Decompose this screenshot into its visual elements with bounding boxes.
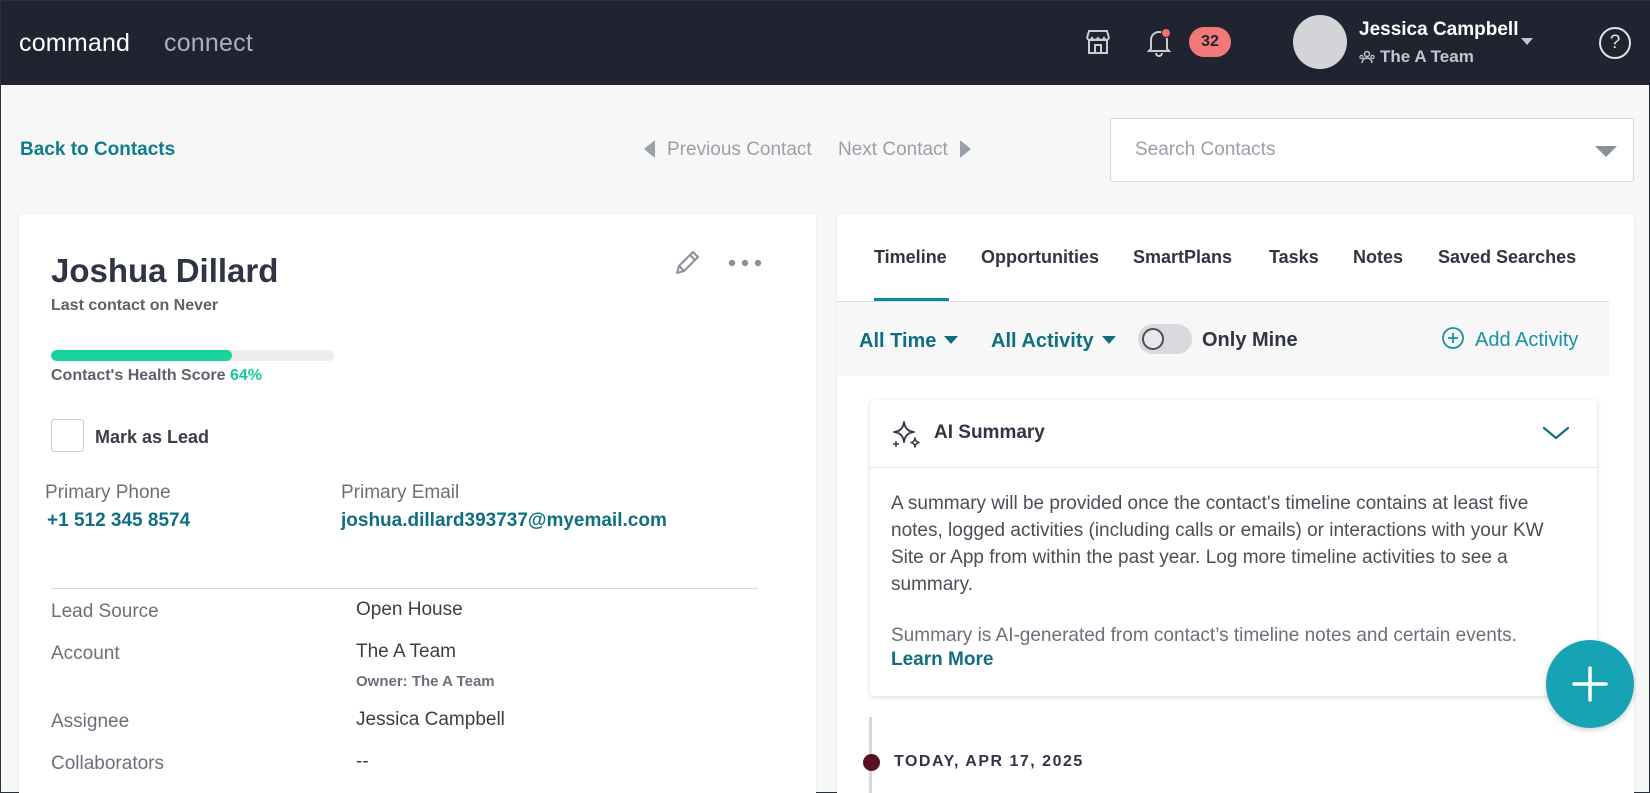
primary-phone-link[interactable]: +1 512 345 8574: [47, 510, 190, 532]
pencil-icon[interactable]: [671, 247, 703, 279]
connect-nav-link[interactable]: connect: [164, 29, 253, 58]
activity-filter-dropdown[interactable]: All Activity: [991, 330, 1116, 353]
active-tab-indicator: [874, 298, 949, 301]
tab-opportunities[interactable]: Opportunities: [981, 247, 1099, 268]
health-score-bar: [51, 350, 334, 361]
only-mine-toggle[interactable]: [1138, 324, 1192, 354]
ai-summary-header[interactable]: AI Summary: [870, 400, 1597, 468]
tab-smartplans[interactable]: SmartPlans: [1133, 247, 1232, 268]
ai-summary-body: A summary will be provided once the cont…: [891, 493, 1544, 595]
more-options-icon[interactable]: [727, 258, 763, 268]
health-score-value: 64%: [229, 367, 262, 384]
plus-icon: [1572, 666, 1608, 702]
next-contact-button[interactable]: Next Contact: [838, 139, 971, 161]
caret-right-icon: [959, 140, 971, 158]
last-contact-text: Last contact on Never: [51, 297, 219, 314]
store-icon[interactable]: [1081, 25, 1115, 59]
user-team: The A Team: [1380, 47, 1474, 66]
caret-down-icon: [944, 336, 959, 344]
ai-summary-panel: AI Summary A summary will be provided on…: [870, 400, 1597, 696]
primary-email-label: Primary Email: [341, 482, 460, 503]
collaborators-value: --: [356, 751, 369, 772]
only-mine-label: Only Mine: [1202, 329, 1298, 351]
mark-as-lead-checkbox[interactable]: [51, 419, 84, 452]
time-filter-dropdown[interactable]: All Time: [859, 330, 959, 353]
previous-contact-button[interactable]: Previous Contact: [644, 139, 812, 161]
health-score-label: Contact's Health Score 64%: [51, 367, 262, 385]
chevron-down-icon[interactable]: [1521, 38, 1533, 45]
tab-tasks[interactable]: Tasks: [1269, 247, 1319, 268]
plus-circle-icon[interactable]: [1441, 326, 1465, 350]
unread-dot: [1161, 28, 1171, 38]
caret-down-icon: [1101, 336, 1116, 344]
timeline-filter-bar: All Time All Activity Only Mine Add Acti…: [837, 302, 1609, 376]
tab-saved-searches[interactable]: Saved Searches: [1438, 247, 1576, 268]
health-score-fill: [51, 350, 233, 361]
tab-timeline[interactable]: Timeline: [874, 247, 947, 268]
section-divider: [51, 588, 758, 589]
lead-source-label: Lead Source: [51, 601, 159, 622]
timeline-dot: [863, 754, 880, 771]
collaborators-label: Collaborators: [51, 753, 164, 774]
contact-name: Joshua Dillard: [51, 252, 279, 289]
toggle-knob: [1142, 328, 1164, 350]
contact-details-card: Joshua Dillard Last contact on Never Con…: [19, 214, 816, 793]
add-activity-button[interactable]: Add Activity: [1475, 329, 1578, 352]
account-label: Account: [51, 643, 120, 664]
bell-icon[interactable]: [1142, 25, 1176, 59]
notification-count-badge[interactable]: 32: [1189, 27, 1231, 57]
primary-phone-label: Primary Phone: [45, 482, 171, 503]
assignee-value: Jessica Campbell: [356, 709, 505, 730]
caret-left-icon: [644, 140, 655, 158]
contact-tabs: Timeline Opportunities SmartPlans Tasks …: [837, 214, 1609, 302]
back-to-contacts-link[interactable]: Back to Contacts: [20, 139, 175, 161]
previous-contact-label: Previous Contact: [667, 139, 812, 160]
avatar[interactable]: [1293, 15, 1347, 69]
top-navigation-bar: command connect 32 Jessica Campbell The …: [1, 1, 1650, 85]
sparkle-icon: [893, 421, 920, 448]
tab-notes[interactable]: Notes: [1353, 247, 1403, 268]
search-contacts-input[interactable]: [1135, 137, 1575, 163]
lead-source-value: Open House: [356, 599, 463, 620]
chevron-down-icon[interactable]: [1595, 146, 1617, 157]
account-value: The A Team: [356, 641, 456, 662]
help-icon[interactable]: ?: [1599, 27, 1631, 59]
team-icon: [1359, 50, 1375, 64]
mark-as-lead-label[interactable]: Mark as Lead: [95, 427, 209, 448]
ai-summary-disclaimer: Summary is AI-generated from contact’s t…: [891, 625, 1517, 646]
user-name[interactable]: Jessica Campbell: [1359, 19, 1518, 41]
command-nav-link[interactable]: command: [19, 29, 130, 58]
add-button[interactable]: [1546, 640, 1634, 728]
account-owner: Owner: The A Team: [356, 673, 495, 690]
ai-summary-title: AI Summary: [934, 422, 1045, 443]
chevron-down-icon[interactable]: [1541, 424, 1571, 442]
primary-email-link[interactable]: joshua.dillard393737@myemail.com: [341, 510, 667, 532]
activity-filter-label: All Activity: [991, 330, 1094, 352]
next-contact-label: Next Contact: [838, 139, 948, 160]
health-score-caption: Contact's Health Score: [51, 367, 226, 384]
search-contacts-dropdown[interactable]: [1110, 118, 1634, 182]
timeline-date-header: TODAY, APR 17, 2025: [894, 753, 1084, 770]
assignee-label: Assignee: [51, 711, 130, 732]
time-filter-label: All Time: [859, 330, 937, 352]
learn-more-link[interactable]: Learn More: [891, 649, 993, 671]
activity-card: Timeline Opportunities SmartPlans Tasks …: [837, 214, 1634, 793]
